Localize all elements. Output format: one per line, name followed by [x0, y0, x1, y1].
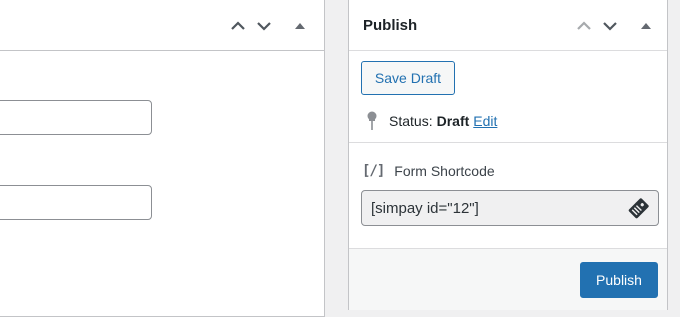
toggle-panel-button[interactable] [287, 13, 313, 39]
chevron-down-icon [257, 21, 271, 31]
main-metabox-controls [225, 0, 313, 51]
main-metabox-header [0, 0, 324, 51]
section-divider [349, 142, 667, 143]
text-input-1[interactable] [0, 100, 152, 135]
triangle-up-icon [295, 22, 305, 29]
move-up-button[interactable] [571, 13, 597, 39]
main-metabox [0, 0, 325, 317]
form-shortcode-header: [/] Form Shortcode [362, 161, 495, 181]
publish-metabox-controls [571, 0, 659, 51]
publish-metabox-header: Publish [349, 0, 667, 51]
text-input-2[interactable] [0, 185, 152, 220]
publish-actions-footer: Publish [349, 248, 667, 310]
chevron-down-icon [603, 21, 617, 31]
save-draft-button[interactable]: Save Draft [361, 61, 455, 95]
triangle-up-icon [641, 22, 651, 29]
edit-status-link[interactable]: Edit [473, 113, 497, 129]
publish-title: Publish [363, 17, 418, 34]
copy-shortcode-icon[interactable] [626, 197, 650, 221]
status-value: Draft [436, 113, 470, 129]
publish-metabox: Publish Save Draft Status: Draft Edit [/… [348, 0, 668, 310]
move-down-button[interactable] [251, 13, 277, 39]
move-down-button[interactable] [597, 13, 623, 39]
status-label: Status: [389, 113, 433, 129]
shortcode-icon: [/] [362, 163, 385, 179]
form-shortcode-label: Form Shortcode [394, 163, 495, 179]
move-up-button[interactable] [225, 13, 251, 39]
publish-button[interactable]: Publish [580, 262, 658, 298]
shortcode-field[interactable]: [simpay id="12"] [361, 190, 659, 226]
post-status-row: Status: Draft Edit [363, 111, 497, 131]
chevron-up-icon [231, 20, 245, 30]
chevron-up-icon [577, 20, 591, 30]
shortcode-value: [simpay id="12"] [371, 199, 479, 217]
toggle-panel-button[interactable] [633, 13, 659, 39]
pin-icon [363, 111, 381, 131]
